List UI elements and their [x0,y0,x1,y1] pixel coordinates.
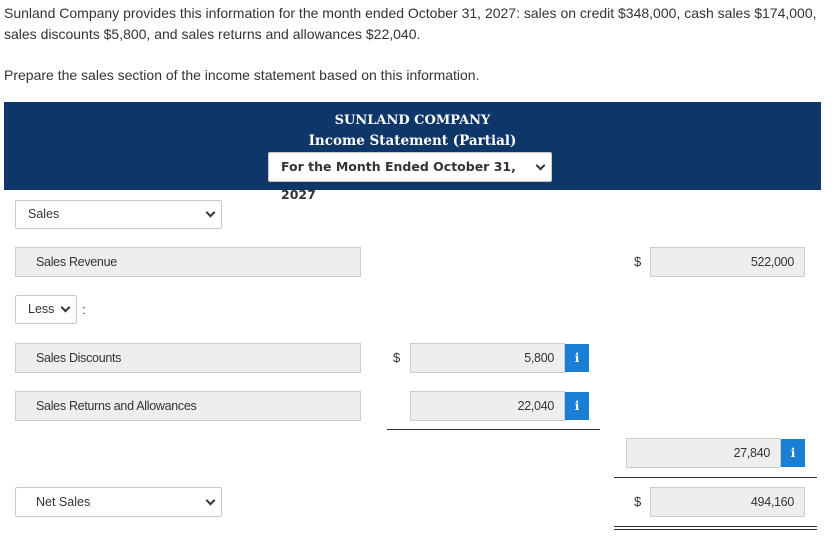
period-select-value: For the Month Ended October 31, 2027 [281,159,516,202]
sales-revenue-amount-field[interactable]: 522,000 [650,247,805,277]
sales-returns-amount-field[interactable]: 22,040 [410,391,565,421]
net-sales-double-underline-top [614,526,817,527]
info-icon[interactable]: i [565,392,589,420]
less-colon: : [82,302,86,317]
sales-discounts-label-field[interactable]: Sales Discounts [15,343,361,373]
net-sales-currency: $ [634,494,642,509]
sales-section-select[interactable]: Sales [15,200,222,229]
info-icon[interactable]: i [781,439,805,467]
subtotal-underline [387,429,600,430]
chevron-down-icon [205,207,216,218]
less-select[interactable]: Less [15,295,77,324]
sales-discounts-currency: $ [393,350,401,365]
company-name: SUNLAND COMPANY [334,113,491,128]
less-select-value: Less [28,302,55,316]
sales-returns-label-field[interactable]: Sales Returns and Allowances [15,391,361,421]
problem-prompt: Prepare the sales section of the income … [4,67,480,83]
net-sales-select-value: Net Sales [36,495,91,509]
info-icon[interactable]: i [565,344,589,372]
chevron-down-icon [60,302,71,313]
net-sales-amount-field[interactable]: 494,160 [650,487,805,517]
sales-revenue-label-field[interactable]: Sales Revenue [15,247,361,277]
sales-section-select-value: Sales [28,207,60,221]
period-select[interactable]: For the Month Ended October 31, 2027 [268,152,552,202]
chevron-down-icon [205,495,216,506]
problem-intro: Sunland Company provides this informatio… [4,5,817,42]
sales-discounts-amount-field[interactable]: 5,800 [410,343,565,373]
statement-title: Income Statement (Partial) [308,133,517,149]
deductions-underline [614,477,817,478]
net-sales-select[interactable]: Net Sales [15,487,222,517]
sales-revenue-currency: $ [634,254,642,269]
net-sales-double-underline-bottom [614,529,817,530]
total-deductions-field[interactable]: 27,840 [626,438,781,468]
statement-header: SUNLAND COMPANY Income Statement (Partia… [4,102,821,202]
chevron-down-icon [535,160,546,171]
